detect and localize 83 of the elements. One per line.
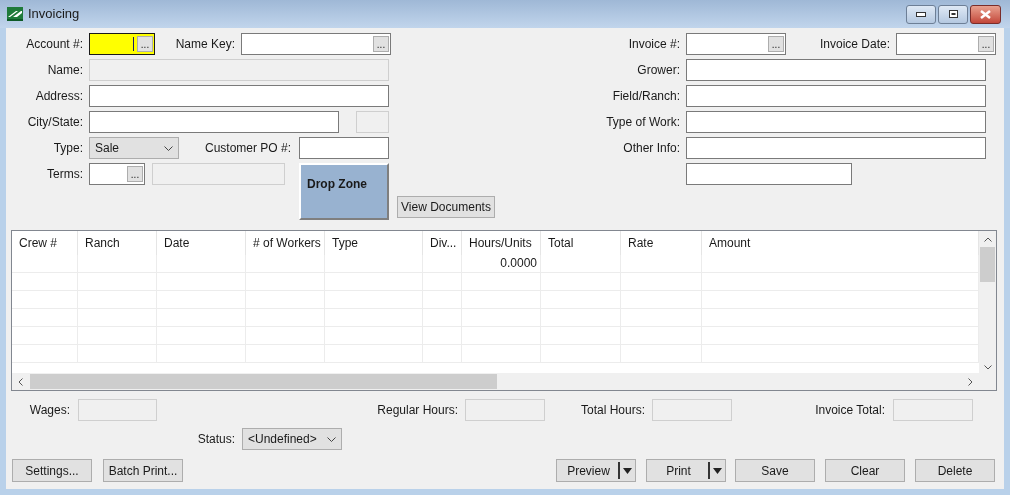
window-title: Invoicing: [28, 5, 80, 24]
input-field[interactable]: [686, 163, 852, 185]
browse-button[interactable]: ...: [137, 36, 153, 52]
scroll-thumb[interactable]: [30, 374, 497, 389]
close-icon: [980, 9, 991, 19]
maximize-icon: [948, 10, 958, 18]
field-label: Name Key:: [174, 36, 235, 53]
field-label: Status:: [196, 431, 235, 448]
column-header[interactable]: Hours/Units: [462, 231, 541, 255]
scroll-down-icon[interactable]: [983, 365, 992, 370]
input-field[interactable]: [686, 85, 986, 107]
browse-button[interactable]: ...: [978, 36, 994, 52]
text-cursor: [133, 37, 134, 51]
column-header[interactable]: Ranch: [78, 231, 157, 255]
close-button[interactable]: [970, 4, 1001, 24]
field-label: Account #:: [25, 36, 83, 53]
field-label: City/State:: [26, 114, 83, 131]
dropdown-value: <Undefined>: [248, 431, 318, 448]
action-button[interactable]: Settings...: [12, 459, 92, 482]
input-field[interactable]: [89, 111, 339, 133]
input-field[interactable]: [299, 137, 389, 159]
field-label: Address:: [34, 88, 83, 105]
scroll-thumb[interactable]: [980, 247, 995, 282]
drop-zone[interactable]: Drop Zone: [299, 163, 389, 220]
vertical-scrollbar[interactable]: [979, 231, 996, 373]
column-header[interactable]: Crew #: [12, 231, 78, 255]
input-field[interactable]: [686, 111, 986, 133]
column-header[interactable]: Rate: [621, 231, 702, 255]
minimize-icon: [916, 11, 926, 17]
field-label: Invoice Total:: [814, 402, 885, 419]
input-field[interactable]: ...: [896, 33, 996, 55]
split-button[interactable]: Print: [646, 459, 726, 482]
minimize-button[interactable]: [906, 4, 936, 24]
field-label: Grower:: [636, 62, 680, 79]
dropdown-value: Sale: [95, 140, 121, 157]
input-field[interactable]: ...: [241, 33, 391, 55]
column-header[interactable]: Div...: [423, 231, 462, 255]
chevron-down-icon: [327, 436, 336, 442]
input-field[interactable]: [89, 85, 389, 107]
dropdown[interactable]: Sale: [89, 137, 179, 159]
browse-button[interactable]: ...: [768, 36, 784, 52]
field-label: Name:: [46, 62, 83, 79]
horizontal-scrollbar[interactable]: [12, 373, 996, 390]
column-header[interactable]: Type: [325, 231, 423, 255]
field-label: Invoice Date:: [818, 36, 890, 53]
field-label: Type:: [52, 140, 83, 157]
scroll-left-icon[interactable]: [18, 377, 23, 386]
field-label: Field/Ranch:: [611, 88, 680, 105]
scroll-right-icon[interactable]: [968, 377, 973, 386]
column-header[interactable]: # of Workers: [246, 231, 325, 255]
split-button-label[interactable]: Print: [647, 461, 708, 480]
field-label: Other Info:: [622, 140, 680, 157]
field-label: Type of Work:: [605, 114, 680, 131]
column-header[interactable]: Total: [541, 231, 621, 255]
scroll-up-icon[interactable]: [983, 237, 992, 242]
browse-button[interactable]: ...: [373, 36, 389, 52]
split-button-label[interactable]: Preview: [557, 461, 618, 480]
view-documents-button[interactable]: View Documents: [397, 196, 495, 218]
input-field[interactable]: [686, 137, 986, 159]
column-header[interactable]: Date: [157, 231, 246, 255]
dropdown-arrow-icon[interactable]: [713, 467, 722, 474]
table-cell: 0.0000: [462, 255, 541, 273]
field-label: Customer PO #:: [203, 140, 291, 157]
field-label: Invoice #:: [627, 36, 680, 53]
browse-button[interactable]: ...: [127, 166, 143, 182]
action-button[interactable]: Clear: [825, 459, 905, 482]
action-button[interactable]: Delete: [915, 459, 995, 482]
input-field[interactable]: ...: [89, 33, 155, 55]
input-field[interactable]: [686, 59, 986, 81]
field-label: Terms:: [46, 166, 83, 183]
field-label: Regular Hours:: [376, 402, 458, 419]
action-button[interactable]: Batch Print...: [103, 459, 183, 482]
app-logo-icon: [7, 7, 23, 21]
input-field[interactable]: ...: [89, 163, 145, 185]
chevron-down-icon: [164, 145, 173, 151]
dropdown[interactable]: <Undefined>: [242, 428, 342, 450]
field-label: Wages:: [28, 402, 70, 419]
input-field[interactable]: ...: [686, 33, 786, 55]
maximize-button[interactable]: [938, 4, 968, 24]
action-button[interactable]: Save: [735, 459, 815, 482]
field-label: Total Hours:: [579, 402, 645, 419]
split-button[interactable]: Preview: [556, 459, 636, 482]
dropdown-arrow-icon[interactable]: [623, 467, 632, 474]
